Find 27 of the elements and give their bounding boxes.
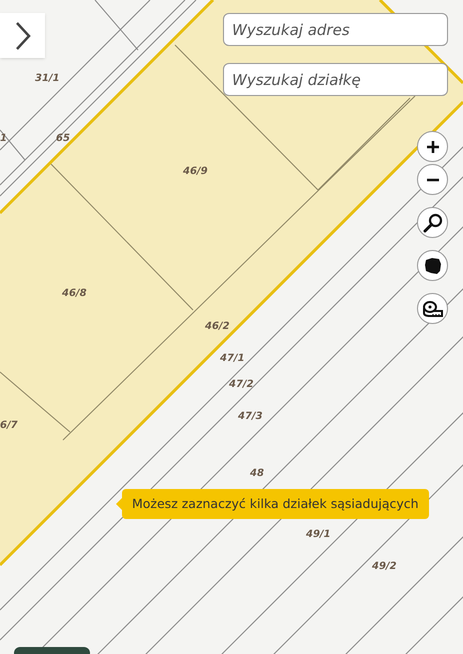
expand-panel-button[interactable] [0,13,45,58]
zoom-out-button[interactable] [417,164,448,195]
parcel-label: 31/1 [35,72,60,86]
parcel-label: 49/1 [306,528,331,542]
chevron-right-icon [14,20,32,50]
zoom-in-button[interactable] [417,131,448,162]
minus-icon [426,178,440,182]
parcel-label: 48 [250,467,264,481]
parcel-label: 47/2 [229,378,254,392]
search-icon [422,212,442,232]
measure-button[interactable] [417,293,448,324]
parcel-label: 46/2 [205,320,230,334]
parcel-label: 46/8 [62,287,87,301]
parcel-label: 65 [56,132,70,146]
parcel-label: 49/2 [372,560,397,574]
parcel-label: 47/3 [238,410,263,424]
search-field[interactable]: Wyszukaj adres [223,13,448,46]
country-map-button[interactable] [417,250,448,281]
tape-measure-icon [422,300,444,318]
plus-icon [426,140,440,154]
parcel-label: 1 [0,132,7,146]
search-button[interactable] [417,207,448,238]
parcel-label: 47/1 [220,352,245,366]
parcel-label: 46/9 [183,165,208,179]
hint-tooltip: Możesz zaznaczyć kilka działek sąsiadujących [122,489,429,519]
parcel-label: 6/7 [0,419,18,433]
search-field[interactable]: Wyszukaj działkę [223,63,448,96]
